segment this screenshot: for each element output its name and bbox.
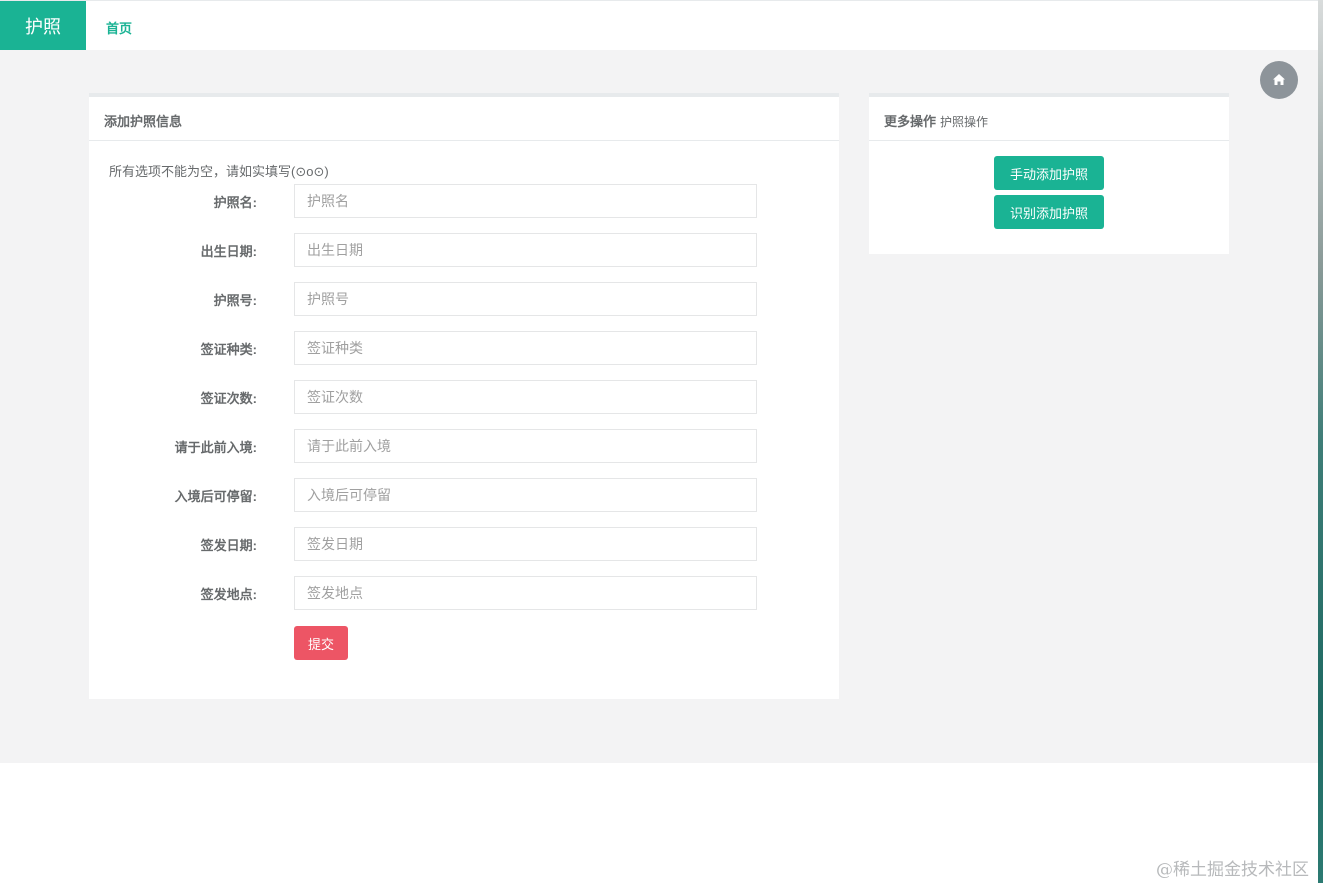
submit-button[interactable]: 提交 — [294, 626, 348, 660]
form-row-birth-date: 出生日期: — [89, 233, 839, 267]
more-actions-panel: 更多操作 护照操作 手动添加护照 识别添加护照 — [869, 93, 1229, 254]
form-row-stay-duration: 入境后可停留: — [89, 478, 839, 512]
form-row-issue-place: 签发地点: — [89, 576, 839, 610]
passport-name-label: 护照名: — [213, 195, 257, 210]
panel-title: 添加护照信息 — [89, 97, 839, 141]
form-row-visa-entries: 签证次数: — [89, 380, 839, 414]
enter-before-label: 请于此前入境: — [174, 440, 257, 455]
visa-entries-label: 签证次数: — [200, 391, 257, 406]
issue-date-label: 签发日期: — [200, 538, 257, 553]
passport-number-input[interactable] — [294, 282, 757, 316]
form-row-enter-before: 请于此前入境: — [89, 429, 839, 463]
visa-type-label: 签证种类: — [200, 342, 257, 357]
manual-add-passport-button[interactable]: 手动添加护照 — [994, 156, 1104, 190]
home-icon — [1273, 73, 1285, 88]
form-row-passport-name: 护照名: — [89, 184, 839, 218]
birth-date-label: 出生日期: — [200, 244, 257, 259]
add-passport-panel: 添加护照信息 所有选项不能为空，请如实填写(⊙o⊙) 护照名: 出生日期: 护照号:… — [89, 93, 839, 699]
passport-number-label: 护照号: — [213, 293, 257, 308]
nav-home-link[interactable]: 首页 — [106, 18, 132, 37]
form-notice: 所有选项不能为空，请如实填写(⊙o⊙) — [109, 164, 329, 179]
issue-place-input[interactable] — [294, 576, 757, 610]
watermark: @稀土掘金技术社区 — [1156, 860, 1309, 880]
issue-date-input[interactable] — [294, 527, 757, 561]
brand-logo[interactable]: 护照 — [0, 1, 86, 51]
visa-type-input[interactable] — [294, 331, 757, 365]
background-edge — [1318, 0, 1323, 883]
home-button[interactable] — [1260, 61, 1298, 99]
form-row-passport-number: 护照号: — [89, 282, 839, 316]
actions-panel-title: 更多操作 护照操作 — [869, 97, 1229, 141]
passport-name-input[interactable] — [294, 184, 757, 218]
enter-before-input[interactable] — [294, 429, 757, 463]
actions-subtitle: 护照操作 — [940, 115, 989, 129]
form-row-visa-type: 签证种类: — [89, 331, 839, 365]
top-navbar: 护照 首页 — [0, 0, 1318, 51]
stay-duration-label: 入境后可停留: — [174, 489, 257, 504]
stay-duration-input[interactable] — [294, 478, 757, 512]
form-row-issue-date: 签发日期: — [89, 527, 839, 561]
recognize-add-passport-button[interactable]: 识别添加护照 — [994, 195, 1104, 229]
issue-place-label: 签发地点: — [200, 587, 257, 602]
visa-entries-input[interactable] — [294, 380, 757, 414]
actions-title: 更多操作 — [884, 114, 937, 129]
birth-date-input[interactable] — [294, 233, 757, 267]
